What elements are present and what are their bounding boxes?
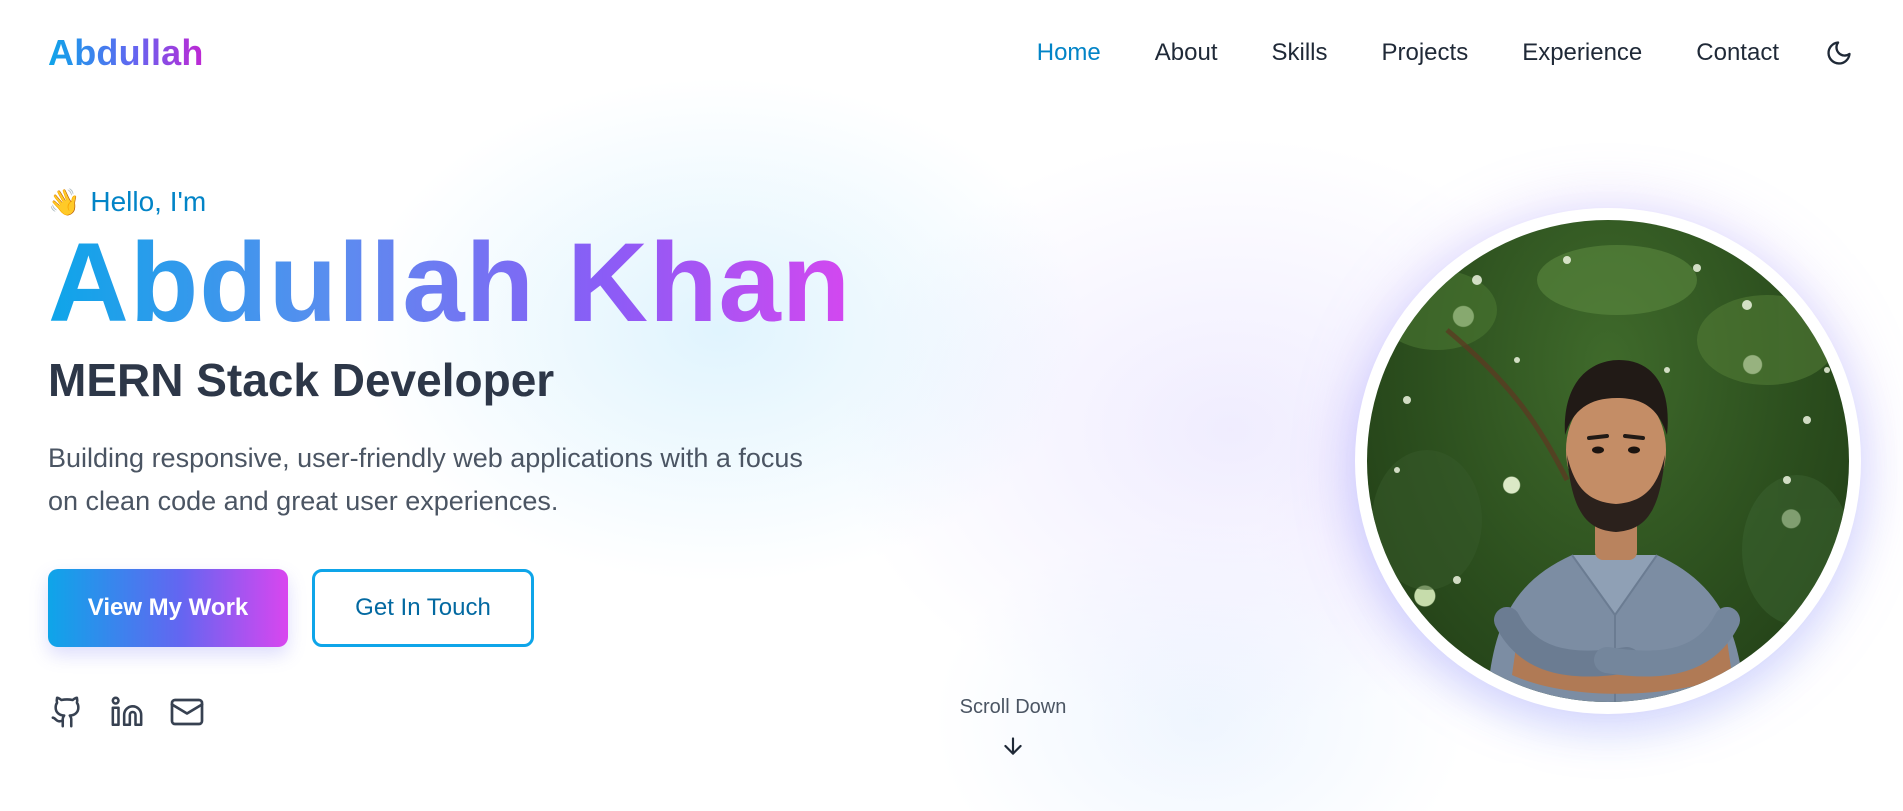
linkedin-icon <box>111 696 143 727</box>
linkedin-link[interactable] <box>108 693 146 731</box>
hero-name: Abdullah Khan <box>48 223 868 343</box>
email-link[interactable] <box>168 693 206 731</box>
navbar: Abdullah Home About Skills Projects Expe… <box>0 0 1903 106</box>
nav-links: Home About Skills Projects Experience Co… <box>983 37 1855 69</box>
nav-link-about[interactable]: About <box>1155 39 1218 67</box>
nav-link-contact[interactable]: Contact <box>1696 39 1779 67</box>
cta-row: View My Work Get In Touch <box>48 569 868 648</box>
arrow-down-icon <box>1004 737 1022 755</box>
scroll-down-label: Scroll Down <box>959 696 1067 718</box>
hero-intro: 👋 Hello, I'm Abdullah Khan MERN Stack De… <box>48 186 868 731</box>
page: Abdullah Home About Skills Projects Expe… <box>0 0 1903 811</box>
hero-role: MERN Stack Developer <box>48 353 555 406</box>
profile-photo-frame <box>1355 208 1861 714</box>
mail-icon <box>170 698 204 726</box>
greeting-text: Hello, I'm <box>90 186 207 217</box>
github-link[interactable] <box>48 693 86 731</box>
profile-photo-illustration <box>1372 245 1849 702</box>
nav-link-skills[interactable]: Skills <box>1271 39 1327 67</box>
hero-description: Building responsive, user-friendly web a… <box>48 442 803 516</box>
scroll-arrow <box>940 733 1086 759</box>
scroll-down-indicator[interactable]: Scroll Down <box>940 696 1086 759</box>
get-in-touch-button[interactable]: Get In Touch <box>312 569 534 648</box>
view-work-button[interactable]: View My Work <box>48 569 288 648</box>
nav-link-projects[interactable]: Projects <box>1382 39 1469 67</box>
nav-link-home[interactable]: Home <box>1037 39 1101 67</box>
theme-toggle-button[interactable] <box>1823 37 1855 69</box>
social-links <box>48 693 868 731</box>
profile-photo <box>1367 220 1849 702</box>
moon-icon <box>1827 41 1851 65</box>
nav-link-experience[interactable]: Experience <box>1522 39 1642 67</box>
waving-hand-icon: 👋 <box>48 186 81 217</box>
github-icon <box>51 696 80 728</box>
greeting: 👋 Hello, I'm <box>48 186 868 218</box>
brand-logo[interactable]: Abdullah <box>48 32 204 74</box>
